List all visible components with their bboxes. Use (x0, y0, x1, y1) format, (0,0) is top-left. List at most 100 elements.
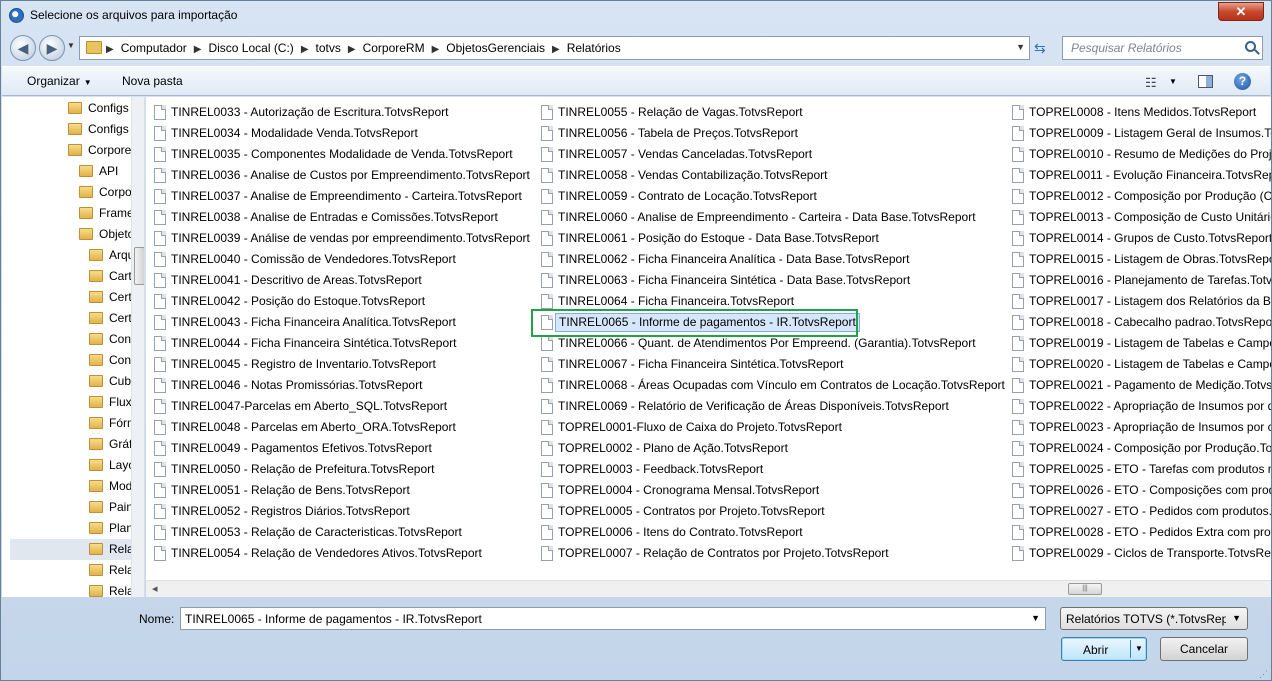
tree-folder-item[interactable]: Painéis (89, 497, 131, 518)
folder-icon (89, 375, 103, 387)
tree-folder-item[interactable]: Planilhas (89, 518, 131, 539)
search-icon[interactable] (1245, 41, 1256, 52)
scroll-left-icon[interactable]: ◂ (152, 582, 158, 595)
file-type-select[interactable]: Relatórios TOTVS (*.TotvsReport) ▼ (1060, 607, 1248, 630)
document-icon (541, 462, 553, 477)
horizontal-scrollbar[interactable]: ◂ ||| (146, 580, 1271, 597)
document-icon (1012, 252, 1024, 267)
tree-folder-item[interactable]: Contratos (89, 350, 131, 371)
folder-icon (89, 396, 103, 408)
tree-folder-item[interactable]: Relatórios (89, 560, 131, 581)
tree-folder-item[interactable]: Modelos (89, 476, 131, 497)
tree-folder-item[interactable]: Fluxos (89, 392, 131, 413)
cancel-button[interactable]: Cancelar (1160, 637, 1248, 661)
new-folder-button[interactable]: Nova pasta (122, 74, 183, 88)
document-icon (154, 252, 166, 267)
view-options-icon[interactable]: ☷ (1145, 75, 1157, 91)
split-divider (1130, 640, 1131, 658)
command-bar: Organizar ▼ Nova pasta ☷ ▼ ? (2, 66, 1270, 96)
file-name: TOPREL0028 - ETO - Pedidos Extra com pro… (1029, 525, 1271, 539)
file-name: TOPREL0027 - ETO - Pedidos com produtos.… (1029, 504, 1271, 518)
folder-icon (86, 41, 102, 54)
tree-folder-item[interactable]: Cubos (89, 371, 131, 392)
scrollbar-thumb[interactable] (134, 247, 144, 285)
tree-folder-label: Arquivos (109, 248, 131, 262)
tree-folder-item[interactable]: Configs (68, 98, 131, 119)
folder-icon (89, 417, 103, 429)
folder-icon (89, 459, 103, 471)
chevron-right-icon[interactable]: ▶ (432, 44, 440, 55)
refresh-icon[interactable]: ⇆ (1034, 40, 1046, 57)
folder-icon (68, 144, 82, 156)
resize-grip-icon[interactable]: ⋰ (1259, 669, 1268, 680)
file-name: TOPREL0013 - Composição de Custo Unitári… (1029, 210, 1271, 224)
scrollbar-thumb[interactable]: ||| (1068, 583, 1102, 595)
chevron-down-icon[interactable]: ▼ (1016, 42, 1025, 52)
tree-folder-item[interactable]: Framework (79, 203, 131, 224)
back-button[interactable]: ◀ (10, 35, 36, 61)
tree-folder-item[interactable]: Layouts (89, 455, 131, 476)
tree-folder-item[interactable]: Gráficos (89, 434, 131, 455)
file-name: TINREL0062 - Ficha Financeira Analítica … (558, 252, 910, 266)
chevron-right-icon[interactable]: ▶ (552, 44, 560, 55)
breadcrumb-item[interactable]: totvs (316, 41, 341, 55)
document-icon (541, 147, 553, 162)
organize-button[interactable]: Organizar ▼ (27, 74, 92, 88)
document-icon (541, 483, 553, 498)
document-icon (1012, 399, 1024, 414)
chevron-down-icon[interactable]: ▼ (1135, 644, 1143, 653)
tree-folder-item[interactable]: Certidões (89, 287, 131, 308)
tree-folder-item[interactable]: Fórmulas (89, 413, 131, 434)
breadcrumb-item[interactable]: CorporeRM (363, 41, 425, 55)
filename-input[interactable]: TINREL0065 - Informe de pagamentos - IR.… (180, 607, 1046, 630)
search-placeholder: Pesquisar Relatórios (1071, 41, 1182, 55)
help-icon[interactable]: ? (1234, 73, 1251, 90)
breadcrumb-item[interactable]: Disco Local (C:) (208, 41, 293, 55)
file-name: TINREL0049 - Pagamentos Efetivos.TotvsRe… (171, 441, 432, 455)
file-name: TOPREL0026 - ETO - Composições com produ… (1029, 483, 1271, 497)
file-name: TINREL0038 - Analise de Entradas e Comis… (171, 210, 498, 224)
chevron-right-icon[interactable]: ▶ (301, 44, 309, 55)
tree-folder-item[interactable]: API (79, 161, 131, 182)
document-icon (1012, 483, 1024, 498)
tree-folder-label: Certidões (109, 290, 131, 304)
file-name: TOPREL0003 - Feedback.TotvsReport (558, 462, 764, 476)
breadcrumb-item[interactable]: ObjetosGerenciais (446, 41, 545, 55)
close-button[interactable]: ✕ (1218, 2, 1264, 21)
document-icon (1012, 168, 1024, 183)
recent-locations-dropdown[interactable]: ▼ (67, 41, 75, 50)
tree-folder-item[interactable]: ObjetosGerenciais (79, 224, 131, 245)
breadcrumb-item[interactable]: Computador (121, 41, 187, 55)
tree-folder-label: CorporeRM (88, 143, 131, 157)
file-name: TINREL0057 - Vendas Canceladas.TotvsRepo… (558, 147, 813, 161)
file-type-value: Relatórios TOTVS (*.TotvsReport) (1066, 612, 1226, 626)
tree-folder-item[interactable]: Certificados (89, 308, 131, 329)
document-icon (541, 252, 553, 267)
forward-button[interactable]: ▶ (39, 35, 65, 61)
breadcrumb-item[interactable]: Relatórios (567, 41, 621, 55)
tree-folder-item[interactable]: CorporeRM (68, 140, 131, 161)
search-input[interactable]: Pesquisar Relatórios (1062, 36, 1263, 60)
tree-folder-item[interactable]: Relatórios (89, 581, 131, 597)
file-name: TOPREL0025 - ETO - Tarefas com produtos … (1029, 462, 1271, 476)
document-icon (1012, 315, 1024, 330)
tree-folder-item[interactable]: Arquivos (89, 245, 131, 266)
tree-folder-item[interactable]: Consultas (89, 329, 131, 350)
tree-folder-item[interactable]: Relatórios (10, 539, 131, 560)
chevron-right-icon[interactable]: ▶ (194, 44, 202, 55)
folder-icon (89, 564, 103, 576)
tree-folder-item[interactable]: Configs (68, 119, 131, 140)
chevron-down-icon[interactable]: ▼ (1169, 77, 1177, 86)
tree-folder-label: Relatórios (109, 563, 131, 577)
tree-folder-item[interactable]: Cartas (89, 266, 131, 287)
file-name: TOPREL0006 - Itens do Contrato.TotvsRepo… (558, 525, 803, 539)
tree-folder-item[interactable]: Corpore (79, 182, 131, 203)
file-name: TINREL0061 - Posição do Estoque - Data B… (558, 231, 879, 245)
preview-pane-icon[interactable] (1198, 75, 1213, 88)
folder-icon (79, 207, 93, 219)
chevron-down-icon[interactable]: ▼ (1031, 613, 1040, 623)
chevron-right-icon[interactable]: ▶ (348, 44, 356, 55)
address-bar[interactable]: ▶ Computador ▶ Disco Local (C:) ▶ totvs ▶ Corpo… (79, 36, 1030, 60)
open-button[interactable]: Abrir ▼ (1061, 637, 1147, 661)
vertical-scrollbar[interactable] (131, 97, 144, 597)
